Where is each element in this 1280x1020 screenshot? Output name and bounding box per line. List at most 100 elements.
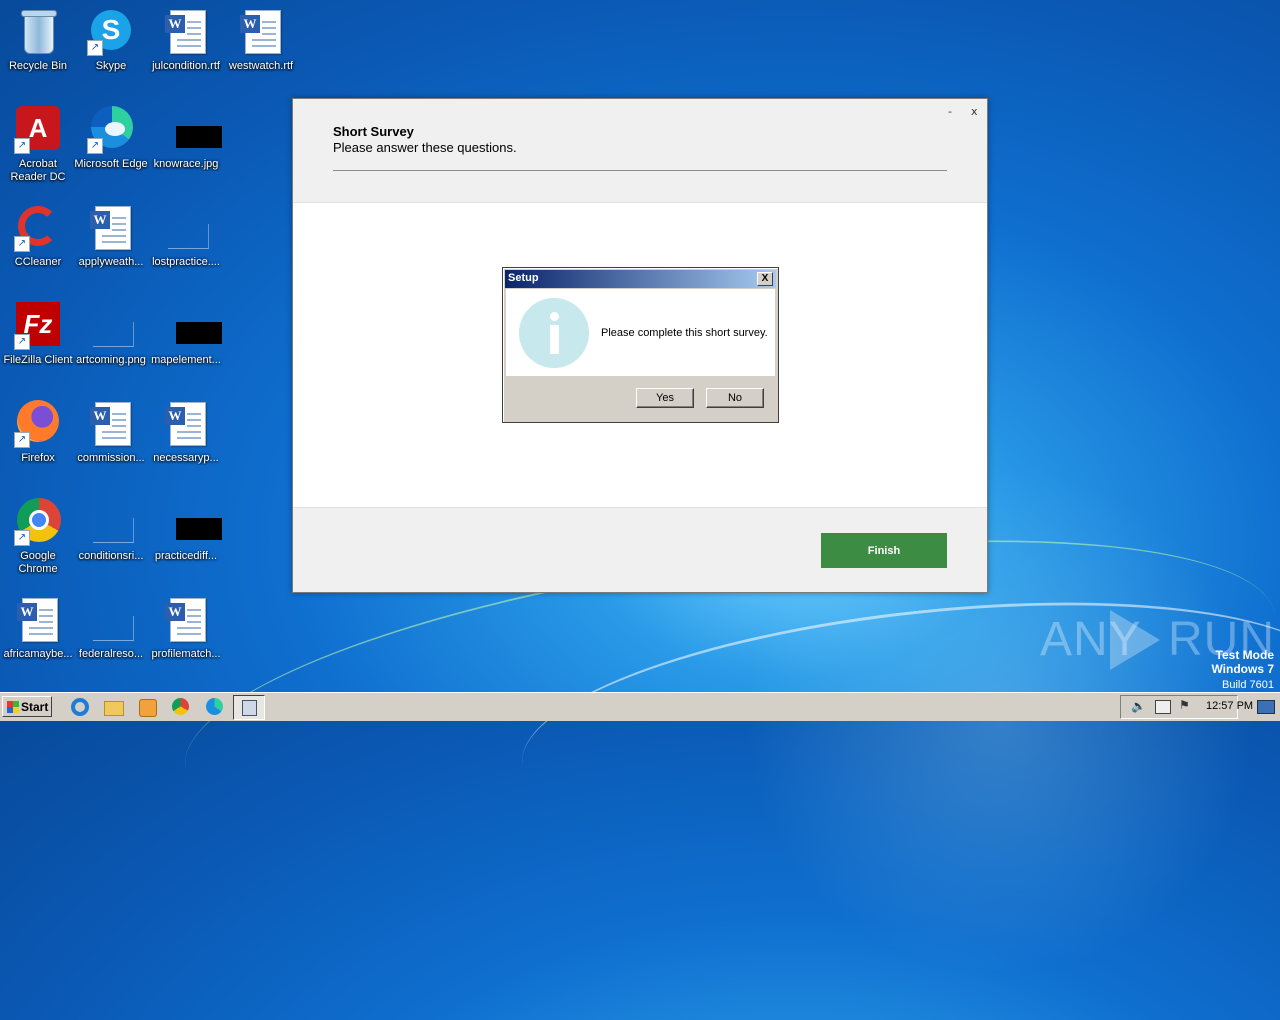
word-document-icon: W: [87, 400, 135, 448]
desktop-icon-label: Skype: [95, 60, 127, 72]
os-label: Windows 7: [1211, 662, 1274, 676]
desktop-icon-federalreso[interactable]: federalreso...: [73, 596, 149, 661]
desktop-icon-edge[interactable]: ↗ Microsoft Edge: [73, 106, 149, 171]
word-document-icon: W: [237, 8, 285, 56]
desktop-icon-label: FileZilla Client: [3, 354, 73, 366]
show-desktop-icon[interactable]: [1257, 700, 1275, 714]
desktop-icon-julcondition[interactable]: W julcondition.rtf: [148, 8, 224, 73]
build-label: Build 7601: [1222, 679, 1274, 691]
desktop-icon-label: Recycle Bin: [8, 60, 68, 72]
header-divider: [333, 170, 947, 171]
desktop-icon-label: commission...: [77, 452, 145, 464]
desktop-icon-westwatch[interactable]: W westwatch.rtf: [223, 8, 299, 73]
word-document-icon: W: [162, 8, 210, 56]
desktop-icon-label: applyweath...: [78, 256, 144, 268]
desktop-icon-mapelement[interactable]: mapelement...: [148, 302, 224, 367]
firefox-icon: ↗: [14, 400, 62, 448]
desktop-icon-artcoming[interactable]: artcoming.png: [73, 302, 149, 367]
desktop-icon-label: Firefox: [21, 452, 55, 464]
chrome-icon[interactable]: [171, 697, 191, 717]
media-player-icon[interactable]: [137, 697, 157, 717]
info-icon: [519, 298, 589, 368]
internet-explorer-icon[interactable]: [70, 697, 90, 717]
word-document-icon: W: [162, 596, 210, 644]
desktop-icon-label: CCleaner: [14, 256, 62, 268]
desktop-icon-ccleaner[interactable]: ↗ CCleaner: [0, 204, 76, 269]
skype-icon: S ↗: [87, 8, 135, 56]
no-button[interactable]: No: [706, 388, 764, 408]
desktop-icon-acrobat[interactable]: A ↗ Acrobat Reader DC: [0, 106, 76, 184]
file-icon: [87, 596, 135, 644]
minimize-button[interactable]: -: [948, 105, 952, 118]
desktop-icon-skype[interactable]: S ↗ Skype: [73, 8, 149, 73]
shortcut-arrow-icon: ↗: [14, 530, 30, 546]
desktop-icon-label: Google Chrome: [18, 550, 58, 575]
word-document-icon: W: [162, 400, 210, 448]
volume-icon[interactable]: 🔈: [1131, 699, 1146, 713]
chrome-icon: ↗: [14, 498, 62, 546]
word-document-icon: W: [87, 204, 135, 252]
acrobat-reader-icon: A ↗: [14, 106, 62, 154]
file-icon: [87, 498, 135, 546]
finish-button[interactable]: Finish: [821, 533, 947, 568]
desktop-icon-filezilla[interactable]: Fz ↗ FileZilla Client: [0, 302, 76, 367]
action-center-flag-icon[interactable]: ⚑: [1179, 698, 1190, 712]
shortcut-arrow-icon: ↗: [14, 236, 30, 252]
recycle-bin-icon: [14, 8, 62, 56]
desktop-icon-profilematch[interactable]: W profilematch...: [148, 596, 224, 661]
windows-logo-icon: [7, 701, 19, 713]
desktop-icon-recycle-bin[interactable]: Recycle Bin: [0, 8, 76, 73]
desktop-icon-label: federalreso...: [78, 648, 144, 660]
shortcut-arrow-icon: ↗: [14, 138, 30, 154]
desktop-icon-label: africamaybe...: [3, 648, 73, 660]
desktop-icon-label: necessaryp...: [153, 452, 219, 464]
network-icon[interactable]: [1155, 700, 1171, 714]
desktop-icon-necessaryp[interactable]: W necessaryp...: [148, 400, 224, 465]
test-mode-label: Test Mode: [1215, 648, 1274, 662]
desktop-icon-label: mapelement...: [151, 354, 221, 366]
desktop-icon-lostpractice[interactable]: lostpractice....: [148, 204, 224, 269]
desktop-icon-africamaybe[interactable]: W africamaybe...: [0, 596, 76, 661]
desktop-icon-label: practicediff...: [154, 550, 218, 562]
desktop-icon-label: westwatch.rtf: [228, 60, 294, 72]
edge-icon: ↗: [87, 106, 135, 154]
desktop-icon-label: lostpractice....: [152, 256, 220, 268]
word-document-icon: W: [14, 596, 62, 644]
desktop-icon-knowrace[interactable]: knowrace.jpg: [148, 106, 224, 171]
desktop-icon-label: Microsoft Edge: [74, 158, 148, 170]
file-explorer-icon[interactable]: [104, 697, 124, 717]
desktop-icon-applyweath[interactable]: W applyweath...: [73, 204, 149, 269]
dialog-message: Please complete this short survey.: [601, 327, 768, 339]
desktop-icon-chrome[interactable]: ↗ Google Chrome: [0, 498, 76, 576]
start-button[interactable]: Start: [2, 696, 52, 717]
page-subtitle: Please answer these questions.: [333, 140, 517, 155]
desktop-icon-label: knowrace.jpg: [153, 158, 219, 170]
desktop-icon-practicediff[interactable]: practicediff...: [148, 498, 224, 563]
edge-icon[interactable]: [205, 697, 225, 717]
file-icon: [87, 302, 135, 350]
close-button[interactable]: x: [971, 105, 978, 118]
desktop-icon-label: profilematch...: [151, 648, 221, 660]
desktop-icon-label: artcoming.png: [76, 354, 146, 366]
image-file-icon: [162, 302, 222, 350]
desktop-icon-commission[interactable]: W commission...: [73, 400, 149, 465]
dialog-title-bar: Setup X: [505, 270, 776, 288]
desktop-icon-label: Acrobat Reader DC: [10, 158, 66, 183]
setup-app-icon[interactable]: [233, 695, 265, 720]
ccleaner-icon: ↗: [14, 204, 62, 252]
clock[interactable]: 12:57 PM: [1206, 700, 1253, 712]
play-logo-icon: [1110, 610, 1160, 670]
filezilla-icon: Fz ↗: [14, 302, 62, 350]
start-label: Start: [21, 700, 49, 714]
shortcut-arrow-icon: ↗: [14, 334, 30, 350]
desktop-icon-conditionsri[interactable]: conditionsri...: [73, 498, 149, 563]
file-icon: [162, 204, 210, 252]
shortcut-arrow-icon: ↗: [87, 138, 103, 154]
desktop-icon-firefox[interactable]: ↗ Firefox: [0, 400, 76, 465]
yes-button[interactable]: Yes: [636, 388, 694, 408]
desktop-icon-label: julcondition.rtf: [152, 60, 220, 72]
dialog-close-button[interactable]: X: [757, 272, 773, 286]
dialog-title: Setup: [508, 272, 539, 284]
setup-dialog: Setup X Please complete this short surve…: [502, 267, 779, 423]
desktop-icon-label: conditionsri...: [78, 550, 144, 562]
